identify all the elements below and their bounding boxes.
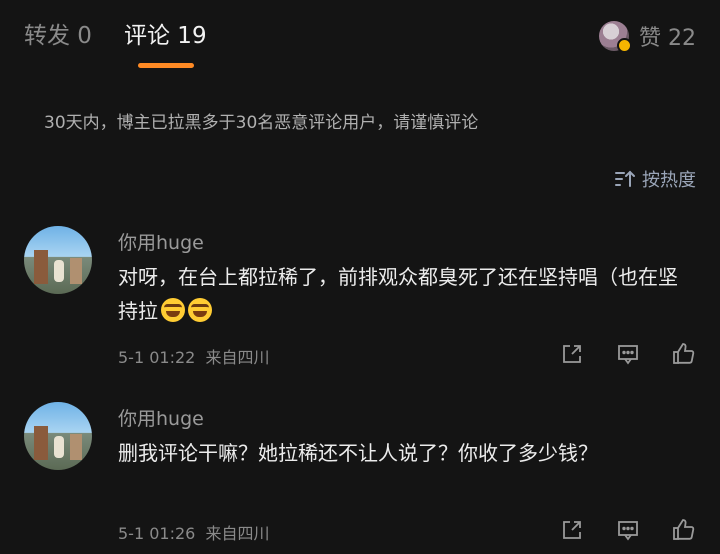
comment-text-body: 删我评论干嘛？她拉稀还不让人说了？你收了多少钱？ [118,441,598,465]
like-icon[interactable] [672,518,696,542]
verified-badge-icon [617,38,632,53]
share-icon[interactable] [560,518,584,542]
avatar[interactable] [24,402,92,470]
active-tab-indicator [138,63,194,68]
comment-location: 来自四川 [205,524,270,543]
tab-comments[interactable]: 评论 19 [124,20,207,52]
sort-label: 按热度 [642,170,696,191]
avatar[interactable] [24,226,92,294]
comment-icon[interactable] [616,342,640,366]
comment-location: 来自四川 [205,348,270,367]
laugh-cry-emoji-icon [161,298,185,322]
comment-username[interactable]: 你用huge [118,404,204,431]
sort-icon [614,169,636,189]
sort-by-popularity-button[interactable]: 按热度 [614,166,696,192]
comment-meta: 5-1 01:26 来自四川 [118,520,270,544]
top-tab-bar: 转发 0 评论 19 赞 22 [0,0,720,80]
tab-likes[interactable]: 赞 22 [599,20,696,53]
liker-avatar [599,21,632,53]
laugh-cry-emoji-icon [188,298,212,322]
comment-icon[interactable] [616,518,640,542]
like-icon[interactable] [672,342,696,366]
comment-username[interactable]: 你用huge [118,228,204,255]
comment-actions [560,342,696,366]
comment-text: 对呀，在台上都拉稀了，前排观众都臭死了还在坚持唱（也在坚持拉 [118,260,688,328]
comment-meta: 5-1 01:22 来自四川 [118,344,270,368]
comment-actions [560,518,696,542]
comment-time: 5-1 01:22 [118,348,196,367]
likes-label: 赞 22 [639,26,696,51]
comment-warning-notice: 30天内，博主已拉黑多于30名恶意评论用户，请谨慎评论 [44,113,479,133]
comment-time: 5-1 01:26 [118,524,196,543]
tab-repost[interactable]: 转发 0 [24,20,92,52]
share-icon[interactable] [560,342,584,366]
comment-text: 删我评论干嘛？她拉稀还不让人说了？你收了多少钱？ [118,436,688,470]
